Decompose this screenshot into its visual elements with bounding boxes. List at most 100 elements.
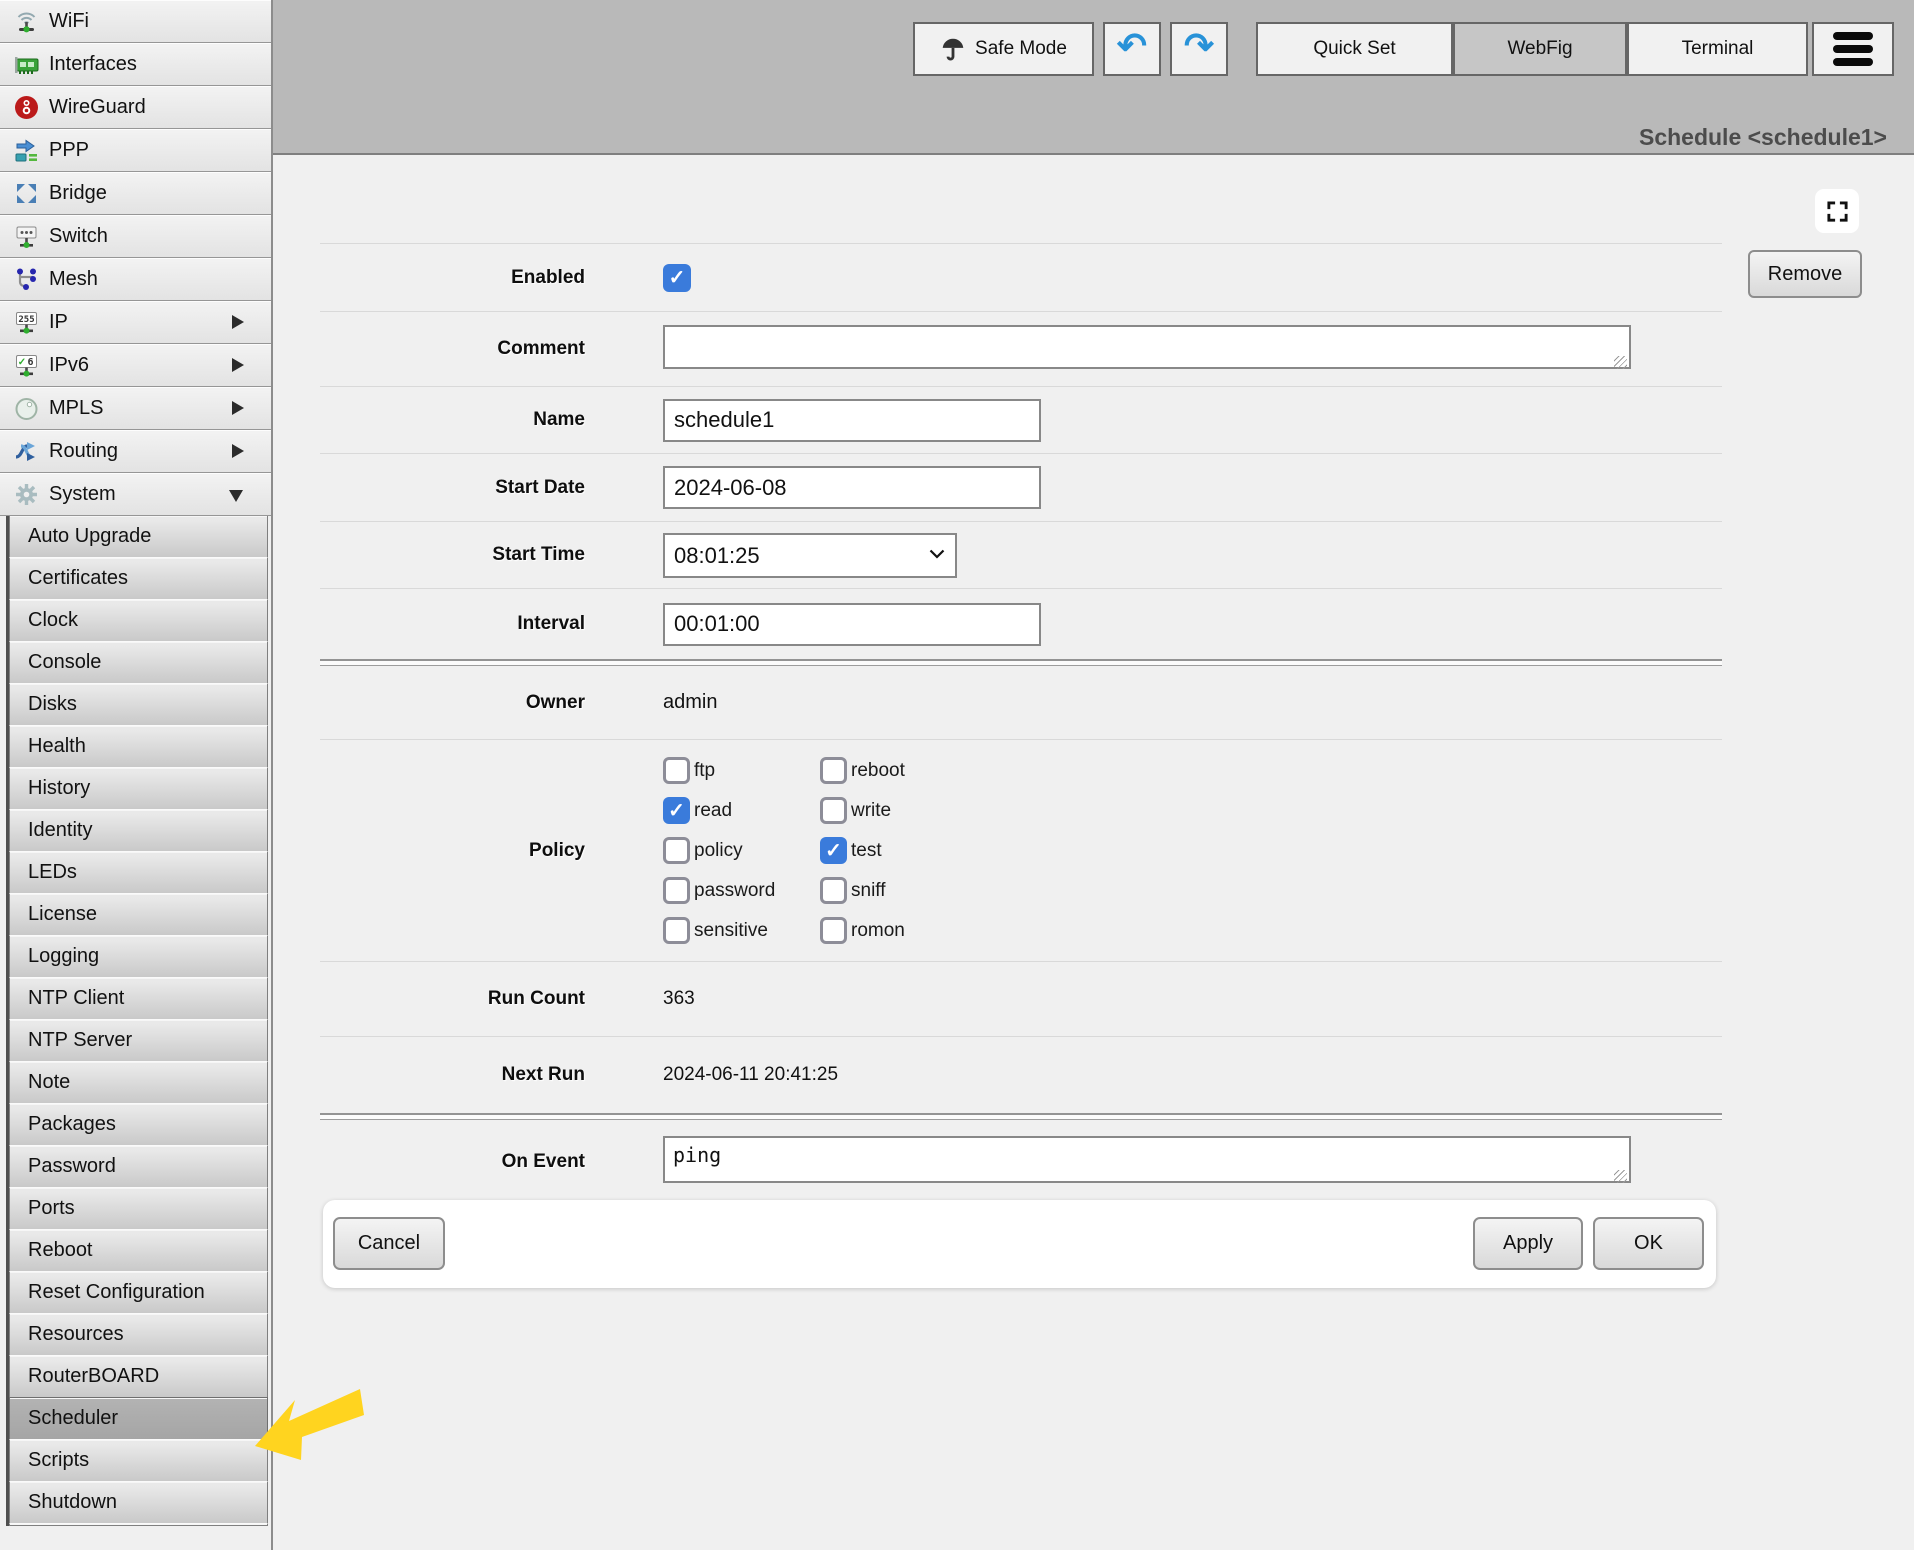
enabled-checkbox[interactable]: ✓ (663, 264, 691, 292)
page-title: Schedule <schedule1> (1639, 124, 1887, 151)
start-time-select[interactable]: 08:01:25 (663, 533, 957, 578)
comment-label: Comment (320, 338, 585, 360)
ok-button[interactable]: OK (1593, 1217, 1704, 1270)
sidebar-item-health[interactable]: Health (9, 725, 268, 768)
sidebar-item-label: Switch (49, 225, 108, 248)
sidebar-item-resources[interactable]: Resources (9, 1313, 268, 1356)
sidebar-item-logging[interactable]: Logging (9, 935, 268, 978)
wifi-icon (13, 8, 40, 35)
tab-terminal[interactable]: Terminal (1627, 22, 1808, 76)
sidebar-item-identity[interactable]: Identity (9, 809, 268, 852)
menu-button[interactable] (1812, 22, 1894, 76)
on-event-input[interactable] (663, 1136, 1631, 1183)
sidebar-item-scripts[interactable]: Scripts (9, 1439, 268, 1482)
sidebar-item-packages[interactable]: Packages (9, 1103, 268, 1146)
svg-text:✓: ✓ (18, 357, 26, 368)
sidebar-item-reset-configuration[interactable]: Reset Configuration (9, 1271, 268, 1314)
sidebar-item-routerboard[interactable]: RouterBOARD (9, 1355, 268, 1398)
sidebar-item-bridge[interactable]: Bridge (0, 172, 271, 215)
sidebar-item-partial (9, 1523, 268, 1526)
resize-grip-icon[interactable] (1614, 356, 1627, 369)
name-input[interactable] (663, 399, 1041, 442)
sidebar-item-ntp-client[interactable]: NTP Client (9, 977, 268, 1020)
sidebar-item-certificates[interactable]: Certificates (9, 557, 268, 600)
redo-button[interactable]: ↷ (1170, 22, 1228, 76)
sidebar-item-wireguard[interactable]: WireGuard (0, 86, 271, 129)
policy-checkbox-ftp[interactable] (663, 757, 690, 784)
sidebar-item-mpls[interactable]: MPLS (0, 387, 271, 430)
sidebar-item-label: History (28, 777, 90, 800)
policy-checkbox-romon[interactable] (820, 917, 847, 944)
bridge-icon (13, 180, 40, 207)
safe-mode-button[interactable]: Safe Mode (913, 22, 1094, 76)
sidebar-item-ppp[interactable]: PPP (0, 129, 271, 172)
sidebar-item-label: Routing (49, 440, 118, 463)
sidebar-system-submenu: Auto Upgrade Certificates ClockConsole Disk… (6, 515, 268, 1526)
row-interval: Interval (320, 588, 1722, 659)
policy-checkbox-label: password (694, 880, 775, 902)
cancel-button[interactable]: Cancel (333, 1217, 445, 1270)
sidebar: WiFi Interfaces WireGuardPPPBridge Switch Me… (0, 0, 273, 1550)
sidebar-item-label: Certificates (28, 567, 128, 590)
sidebar-item-ipv6[interactable]: ✓6IPv6 (0, 344, 271, 387)
safe-mode-label: Safe Mode (975, 38, 1067, 60)
comment-input[interactable] (663, 325, 1631, 369)
next-run-value: 2024-06-11 20:41:25 (663, 1064, 838, 1086)
sidebar-item-mesh[interactable]: Mesh (0, 258, 271, 301)
sidebar-item-license[interactable]: License (9, 893, 268, 936)
row-on-event: On Event (320, 1120, 1722, 1203)
apply-button[interactable]: Apply (1473, 1217, 1583, 1270)
tab-quick-set[interactable]: Quick Set (1256, 22, 1453, 76)
sidebar-item-console[interactable]: Console (9, 641, 268, 684)
sidebar-item-label: Interfaces (49, 53, 137, 76)
sidebar-item-switch[interactable]: Switch (0, 215, 271, 258)
sidebar-item-reboot[interactable]: Reboot (9, 1229, 268, 1272)
sidebar-item-auto-upgrade[interactable]: Auto Upgrade (9, 515, 268, 558)
sidebar-item-system[interactable]: System (0, 473, 271, 516)
run-count-value: 363 (663, 988, 695, 1010)
policy-checkbox-label: reboot (851, 760, 905, 782)
sidebar-item-history[interactable]: History (9, 767, 268, 810)
chevron-right-icon (232, 315, 244, 329)
umbrella-icon (940, 35, 966, 63)
sidebar-item-shutdown[interactable]: Shutdown (9, 1481, 268, 1524)
system-icon (13, 481, 40, 508)
policy-option-test: ✓test (820, 831, 905, 871)
interval-input[interactable] (663, 603, 1041, 646)
redo-icon: ↷ (1184, 28, 1214, 64)
start-date-input[interactable] (663, 466, 1041, 509)
policy-checkbox-test[interactable]: ✓ (820, 837, 847, 864)
fullscreen-icon[interactable] (1815, 189, 1859, 233)
sidebar-item-interfaces[interactable]: Interfaces (0, 43, 271, 86)
sidebar-item-scheduler[interactable]: Scheduler (9, 1397, 268, 1440)
policy-checkbox-sensitive[interactable] (663, 917, 690, 944)
resize-grip-icon[interactable] (1614, 1170, 1627, 1183)
sidebar-item-routing[interactable]: Routing (0, 430, 271, 473)
policy-checkbox-sniff[interactable] (820, 877, 847, 904)
policy-checkbox-write[interactable] (820, 797, 847, 824)
policy-option-policy: policy (663, 831, 820, 871)
remove-button[interactable]: Remove (1748, 250, 1862, 298)
sidebar-item-ports[interactable]: Ports (9, 1187, 268, 1230)
policy-option-sensitive: sensitive (663, 911, 820, 951)
row-run-count: Run Count 363 (320, 961, 1722, 1036)
sidebar-item-label: Note (28, 1071, 70, 1094)
sidebar-item-ip[interactable]: 255IP (0, 301, 271, 344)
policy-checkbox-policy[interactable] (663, 837, 690, 864)
sidebar-item-disks[interactable]: Disks (9, 683, 268, 726)
policy-option-password: password (663, 871, 820, 911)
owner-label: Owner (320, 692, 585, 714)
sidebar-item-wifi[interactable]: WiFi (0, 0, 271, 43)
sidebar-item-leds[interactable]: LEDs (9, 851, 268, 894)
undo-button[interactable]: ↶ (1103, 22, 1161, 76)
policy-checkbox-reboot[interactable] (820, 757, 847, 784)
sidebar-item-note[interactable]: Note (9, 1061, 268, 1104)
sidebar-item-password[interactable]: Password (9, 1145, 268, 1188)
sidebar-item-label: Disks (28, 693, 77, 716)
policy-checkbox-label: test (851, 840, 882, 862)
policy-checkbox-password[interactable] (663, 877, 690, 904)
tab-webfig[interactable]: WebFig (1453, 22, 1627, 76)
sidebar-item-ntp-server[interactable]: NTP Server (9, 1019, 268, 1062)
policy-checkbox-read[interactable]: ✓ (663, 797, 690, 824)
sidebar-item-clock[interactable]: Clock (9, 599, 268, 642)
